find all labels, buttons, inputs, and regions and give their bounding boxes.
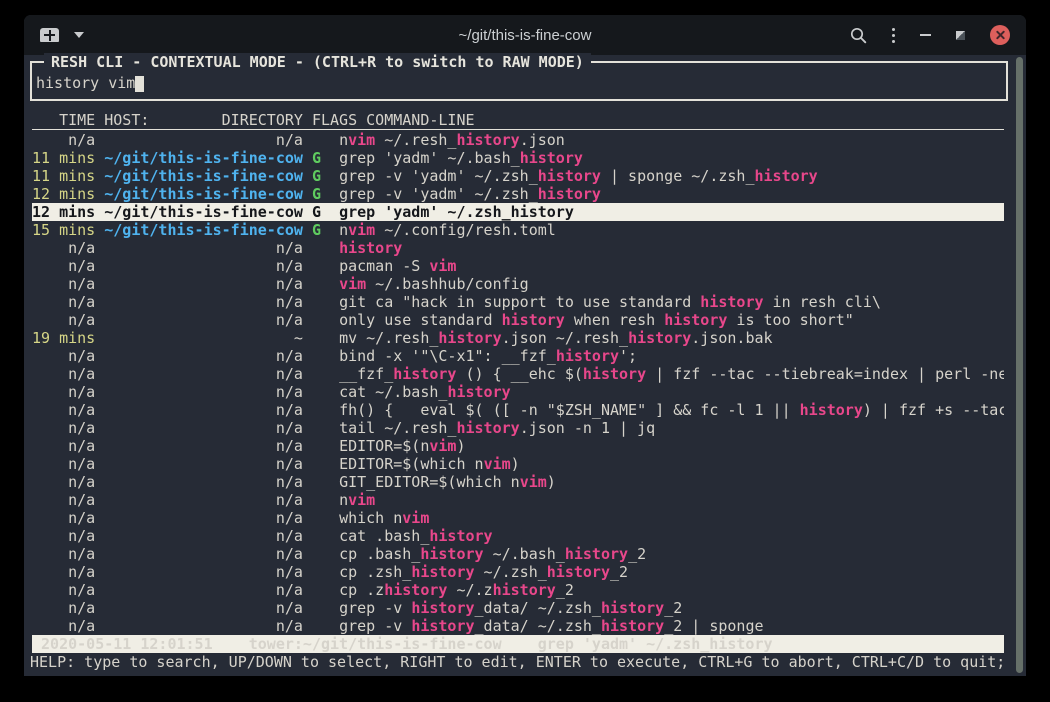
help-line: HELP: type to search, UP/DOWN to select,… [30,653,1002,671]
history-row[interactable]: n/a n/a cp .bash_history ~/.bash_history… [32,545,1004,563]
history-row[interactable]: n/a n/a EDITOR=$(which nvim) [32,455,1004,473]
new-tab-icon[interactable] [40,28,59,42]
history-row[interactable]: n/a n/a grep -v history_data/ ~/.zsh_his… [32,599,1004,617]
history-row[interactable]: n/a n/a cp .zhistory ~/.zhistory_2 [32,581,1004,599]
search-box-title: RESH CLI - CONTEXTUAL MODE - (CTRL+R to … [44,53,591,71]
history-row[interactable]: n/a n/a vim ~/.bashhub/config [32,275,1004,293]
history-row[interactable]: n/a n/a nvim [32,491,1004,509]
terminal-content: RESH CLI - CONTEXTUAL MODE - (CTRL+R to … [24,55,1026,676]
history-row[interactable]: n/a n/a cp .zsh_history ~/.zsh_history_2 [32,563,1004,581]
chevron-down-icon[interactable] [74,32,84,38]
table-header: TIME HOST: DIRECTORY FLAGS COMMAND-LINE [32,111,1004,130]
close-button[interactable] [990,25,1010,45]
history-row[interactable]: 15 mins ~/git/this-is-fine-cow G nvim ~/… [32,221,1004,239]
history-row[interactable]: n/a n/a bind -x '"\C-x1": __fzf_history'… [32,347,1004,365]
history-row[interactable]: n/a n/a grep -v history_data/ ~/.zsh_his… [32,617,1004,635]
status-bar: 2020-05-11 12:01:51 tower:~/git/this-is-… [32,635,1004,653]
history-row[interactable]: n/a n/a pacman -S vim [32,257,1004,275]
minimize-button[interactable] [920,34,931,36]
terminal-window: ~/git/this-is-fine-cow RESH CLI - CONTEX… [24,15,1026,676]
history-row[interactable]: 11 mins ~/git/this-is-fine-cow G grep -v… [32,167,1004,185]
history-row-selected[interactable]: 12 mins ~/git/this-is-fine-cow G grep 'y… [32,203,1004,221]
history-row[interactable]: n/a n/a only use standard history when r… [32,311,1004,329]
search-box: RESH CLI - CONTEXTUAL MODE - (CTRL+R to … [30,61,1008,101]
history-row[interactable]: 12 mins ~/git/this-is-fine-cow G grep -v… [32,185,1004,203]
history-row[interactable]: n/a n/a tail ~/.resh_history.json -n 1 |… [32,419,1004,437]
history-row[interactable]: n/a n/a which nvim [32,509,1004,527]
history-row[interactable]: n/a n/a fh() { eval $( ([ -n "$ZSH_NAME"… [32,401,1004,419]
history-row[interactable]: n/a n/a cat .bash_history [32,527,1004,545]
history-row[interactable]: 11 mins ~/git/this-is-fine-cow G grep 'y… [32,149,1004,167]
search-query-text: history vim [36,74,135,92]
history-row[interactable]: n/a n/a nvim ~/.resh_history.json [32,131,1004,149]
menu-kebab-icon[interactable] [892,28,895,43]
history-row[interactable]: n/a n/a GIT_EDITOR=$(which nvim) [32,473,1004,491]
titlebar: ~/git/this-is-fine-cow [24,15,1026,55]
history-row[interactable]: n/a n/a __fzf_history () { __ehc $(histo… [32,365,1004,383]
restore-button[interactable] [956,31,965,40]
history-row[interactable]: n/a n/a cat ~/.bash_history [32,383,1004,401]
scrollbar[interactable] [1015,57,1024,673]
history-row[interactable]: 19 mins ~ mv ~/.resh_history.json ~/.res… [32,329,1004,347]
search-input[interactable]: history vim [36,74,144,92]
scrollbar-thumb[interactable] [1016,57,1023,673]
text-cursor [135,76,144,92]
history-row[interactable]: n/a n/a history [32,239,1004,257]
history-list: n/a n/a nvim ~/.resh_history.json11 mins… [32,131,1004,635]
search-icon[interactable] [850,27,867,44]
history-row[interactable]: n/a n/a EDITOR=$(nvim) [32,437,1004,455]
history-row[interactable]: n/a n/a git ca "hack in support to use s… [32,293,1004,311]
